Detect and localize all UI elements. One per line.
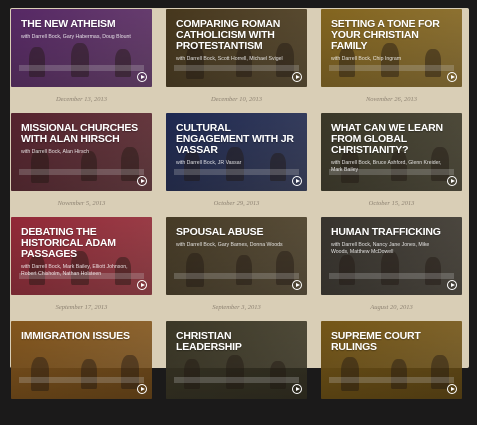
video-title: SUPREME COURT RULINGS [331,330,421,353]
video-title: THE NEW ATHEISM [21,18,116,30]
video-item: IMMIGRATION ISSUES [11,321,152,425]
video-thumbnail[interactable]: SETTING A TONE FOR YOUR CHRISTIAN FAMILY… [321,9,462,87]
video-participants: with Darrell Bock, Gary Barnes, Donna Wo… [176,242,283,248]
video-item: DEBATING THE HISTORICAL ADAM PASSAGES wit… [11,217,152,321]
play-icon[interactable] [137,72,147,82]
video-title: SPOUSAL ABUSE [176,226,264,238]
video-title: MISSIONAL CHURCHES WITH ALAN HIRSCH [21,122,138,145]
video-title: SETTING A TONE FOR YOUR CHRISTIAN FAMILY [331,18,440,52]
play-icon[interactable] [137,280,147,290]
video-date: December 13, 2013 [55,96,108,103]
play-icon[interactable] [447,280,457,290]
play-icon[interactable] [292,280,302,290]
video-item: SPOUSAL ABUSE with Darrell Bock, Gary Bar… [166,217,307,321]
video-item: SETTING A TONE FOR YOUR CHRISTIAN FAMILY… [321,9,462,113]
video-item: WHAT CAN WE LEARN FROM GLOBAL CHRISTIANI… [321,113,462,217]
play-icon[interactable] [447,384,457,394]
video-participants: with Darrell Bock, JR Vassar [176,160,242,166]
video-participants: with Darrell Bock, Nancy Jane Jones, Mik… [331,242,430,255]
video-date [321,399,462,425]
video-item: COMPARING ROMAN CATHOLICISM WITH PROTEST… [166,9,307,113]
video-date [11,399,152,425]
video-item: CHRISTIAN LEADERSHIP [166,321,307,425]
video-title: COMPARING ROMAN CATHOLICISM WITH PROTEST… [176,18,281,52]
video-participants: with Darrell Bock, Bruce Ashford, Glenn … [331,160,442,173]
video-thumbnail[interactable]: HUMAN TRAFFICKING with Darrell Bock, Nanc… [321,217,462,295]
play-icon[interactable] [447,176,457,186]
video-thumbnail[interactable]: CULTURAL ENGAGEMENT WITH JR VASSAR with D… [166,113,307,191]
play-icon[interactable] [292,384,302,394]
video-date [166,399,307,425]
video-thumbnail[interactable]: SUPREME COURT RULINGS [321,321,462,399]
video-title: HUMAN TRAFFICKING [331,226,441,238]
video-participants: with Darrell Bock, Chip Ingram [331,56,402,62]
video-item: SUPREME COURT RULINGS [321,321,462,425]
video-date: September 3, 2013 [212,304,261,311]
video-participants: with Darrell Bock, Mark Bailey, Elliott … [21,264,128,277]
video-thumbnail[interactable]: MISSIONAL CHURCHES WITH ALAN HIRSCH with … [11,113,152,191]
video-thumbnail[interactable]: SPOUSAL ABUSE with Darrell Bock, Gary Bar… [166,217,307,295]
video-thumbnail[interactable]: WHAT CAN WE LEARN FROM GLOBAL CHRISTIANI… [321,113,462,191]
play-icon[interactable] [292,176,302,186]
video-date: September 17, 2013 [55,304,108,311]
video-date: December 10, 2013 [210,96,263,103]
page: THE NEW ATHEISM with Darrell Bock, Gary H… [0,0,477,399]
video-thumbnail[interactable]: COMPARING ROMAN CATHOLICISM WITH PROTEST… [166,9,307,87]
play-icon[interactable] [137,176,147,186]
video-title: WHAT CAN WE LEARN FROM GLOBAL CHRISTIANI… [331,122,443,156]
video-thumbnail[interactable]: CHRISTIAN LEADERSHIP [166,321,307,399]
video-participants: with Darrell Bock, Alan Hirsch [21,149,90,155]
video-title: CHRISTIAN LEADERSHIP [176,330,242,353]
video-date: November 26, 2013 [365,96,418,103]
video-item: MISSIONAL CHURCHES WITH ALAN HIRSCH with … [11,113,152,217]
play-icon[interactable] [447,72,457,82]
video-item: THE NEW ATHEISM with Darrell Bock, Gary H… [11,9,152,113]
video-participants: with Darrell Bock, Gary Habermas, Doug B… [21,34,131,40]
video-thumbnail[interactable]: IMMIGRATION ISSUES [11,321,152,399]
video-title: IMMIGRATION ISSUES [21,330,130,342]
play-icon[interactable] [292,72,302,82]
video-date: August 20, 2013 [370,304,413,311]
video-item: HUMAN TRAFFICKING with Darrell Bock, Nanc… [321,217,462,321]
video-date: November 5, 2013 [57,200,106,207]
video-title: CULTURAL ENGAGEMENT WITH JR VASSAR [176,122,294,156]
video-thumbnail[interactable]: THE NEW ATHEISM with Darrell Bock, Gary H… [11,9,152,87]
video-participants: with Darrell Bock, Scott Horrell, Michae… [176,56,283,62]
video-item: CULTURAL ENGAGEMENT WITH JR VASSAR with D… [166,113,307,217]
play-icon[interactable] [137,384,147,394]
video-date: October 29, 2013 [213,200,260,207]
video-date: October 15, 2013 [368,200,415,207]
video-grid: THE NEW ATHEISM with Darrell Bock, Gary H… [11,9,462,425]
video-thumbnail[interactable]: DEBATING THE HISTORICAL ADAM PASSAGES wit… [11,217,152,295]
video-title: DEBATING THE HISTORICAL ADAM PASSAGES [21,226,116,260]
